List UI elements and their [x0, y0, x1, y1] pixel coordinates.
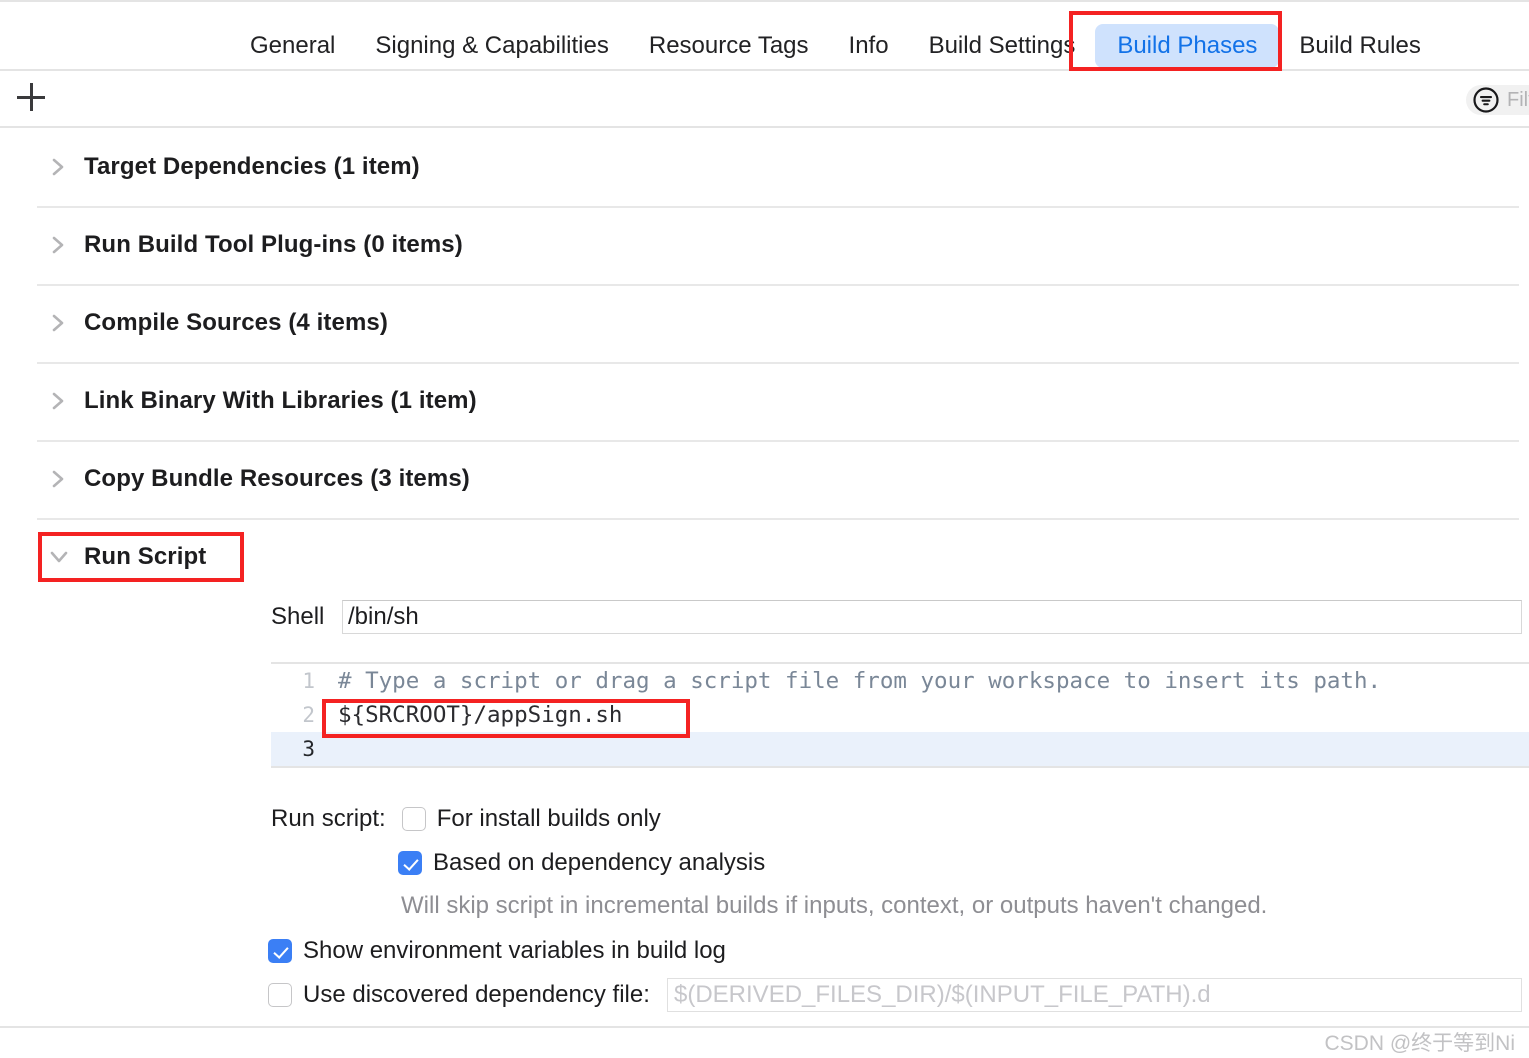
dependency-file-input[interactable] — [667, 978, 1522, 1012]
phase-row-copy-bundle-resources[interactable]: Copy Bundle Resources (3 items) — [0, 440, 1529, 518]
chevron-right-icon[interactable] — [48, 468, 70, 490]
code-line[interactable]: 3 — [271, 732, 1529, 766]
dependency-analysis-hint: Will skip script in incremental builds i… — [401, 892, 1268, 919]
shell-input[interactable] — [342, 600, 1522, 634]
run-script-label: Run script: — [271, 805, 386, 832]
checkbox-label-based-on-dependency-analysis: Based on dependency analysis — [433, 849, 766, 876]
tab-build-settings[interactable]: Build Settings — [909, 26, 1096, 66]
build-phase-list: Target Dependencies (1 item) Run Build T… — [0, 128, 1529, 596]
chevron-right-icon[interactable] — [48, 234, 70, 256]
phase-title: Copy Bundle Resources (3 items) — [84, 465, 470, 492]
checkbox-show-environment-variables[interactable] — [268, 939, 292, 963]
phase-title: Compile Sources (4 items) — [84, 309, 388, 336]
code-line[interactable]: 1 # Type a script or drag a script file … — [271, 664, 1529, 698]
checkbox-for-install-builds-only[interactable] — [401, 807, 426, 831]
tab-signing-and-capabilities[interactable]: Signing & Capabilities — [355, 26, 628, 66]
tab-general[interactable]: General — [230, 26, 355, 66]
phase-row-run-build-tool-plugins[interactable]: Run Build Tool Plug-ins (0 items) — [0, 206, 1529, 284]
show-env-vars-option-row: Show environment variables in build log — [268, 937, 726, 965]
tab-build-phases[interactable]: Build Phases — [1095, 24, 1280, 68]
add-build-phase-button[interactable] — [17, 83, 45, 111]
phase-row-run-script[interactable]: Run Script — [0, 518, 1529, 596]
run-script-option-row: Run script: For install builds only — [271, 805, 661, 833]
chevron-right-icon[interactable] — [48, 312, 70, 334]
build-phases-toolbar: Filt — [0, 71, 1529, 128]
phase-title: Target Dependencies (1 item) — [84, 153, 420, 180]
line-text: ${SRCROOT}/appSign.sh — [338, 702, 623, 728]
tab-build-rules[interactable]: Build Rules — [1279, 26, 1440, 66]
filter-placeholder-text: Filt — [1507, 88, 1529, 111]
tab-strip: General Signing & Capabilities Resource … — [230, 24, 1441, 68]
phase-title: Run Script — [84, 543, 207, 570]
phase-row-link-binary-with-libraries[interactable]: Link Binary With Libraries (1 item) — [0, 362, 1529, 440]
tab-resource-tags[interactable]: Resource Tags — [629, 26, 829, 66]
code-line[interactable]: 2 ${SRCROOT}/appSign.sh — [271, 698, 1529, 732]
chevron-right-icon[interactable] — [48, 156, 70, 178]
chevron-down-icon[interactable] — [48, 546, 70, 568]
checkbox-label-use-discovered-dependency-file: Use discovered dependency file: — [303, 981, 650, 1008]
filter-icon — [1472, 86, 1500, 114]
script-code-editor[interactable]: 1 # Type a script or drag a script file … — [271, 662, 1529, 768]
line-number: 3 — [302, 737, 315, 761]
phase-row-compile-sources[interactable]: Compile Sources (4 items) — [0, 284, 1529, 362]
shell-label: Shell — [271, 603, 325, 630]
checkbox-label-show-environment-variables: Show environment variables in build log — [303, 937, 726, 964]
checkbox-use-discovered-dependency-file[interactable] — [268, 983, 292, 1007]
filter-field[interactable]: Filt — [1466, 85, 1529, 115]
use-dep-file-option-row: Use discovered dependency file: — [268, 981, 650, 1009]
phase-row-target-dependencies[interactable]: Target Dependencies (1 item) — [0, 128, 1529, 206]
phase-title: Run Build Tool Plug-ins (0 items) — [84, 231, 463, 258]
checkbox-label-for-install-builds-only: For install builds only — [436, 805, 661, 832]
dependency-analysis-option-row: Based on dependency analysis — [398, 849, 765, 877]
line-number: 1 — [302, 669, 315, 693]
bottom-divider — [0, 1026, 1529, 1028]
line-number: 2 — [302, 703, 315, 727]
checkbox-based-on-dependency-analysis[interactable] — [398, 851, 422, 875]
tab-info[interactable]: Info — [829, 26, 909, 66]
phase-title: Link Binary With Libraries (1 item) — [84, 387, 477, 414]
watermark-text: CSDN @终于等到Ni — [1324, 1032, 1516, 1055]
line-text: # Type a script or drag a script file fr… — [338, 668, 1382, 694]
chevron-right-icon[interactable] — [48, 390, 70, 412]
target-editor-tab-bar: General Signing & Capabilities Resource … — [0, 0, 1529, 71]
